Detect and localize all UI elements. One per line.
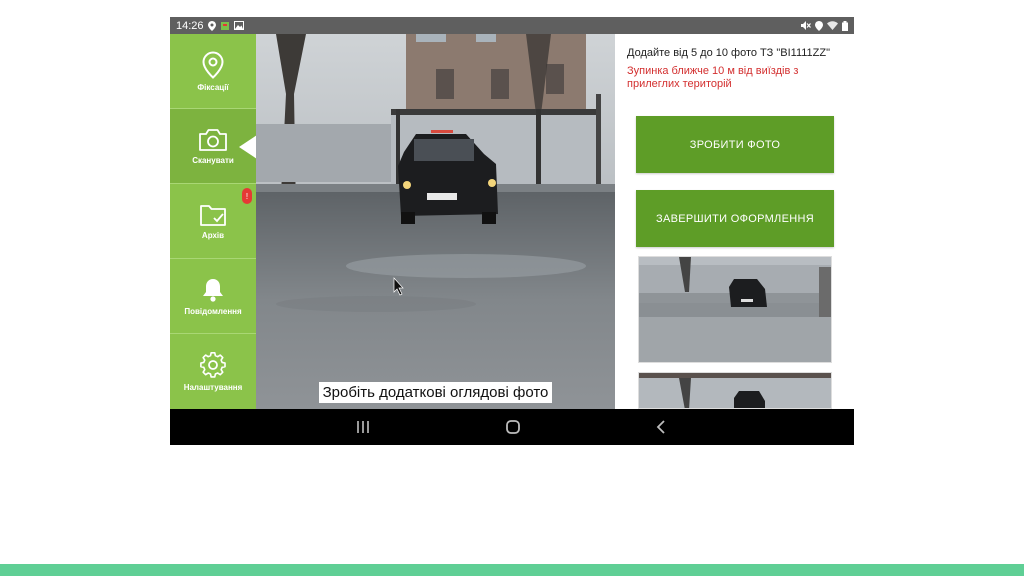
- sidebar-item-label: Налаштування: [183, 383, 243, 392]
- active-indicator: [239, 135, 257, 159]
- app-notification-icon: [220, 21, 229, 30]
- gear-icon: [200, 351, 226, 378]
- sidebar-item-label: Сканувати: [192, 155, 234, 165]
- sidebar-item-settings[interactable]: Налаштування: [170, 334, 256, 409]
- tablet-screen: 14:26 Фіксації Сканувати Архів ! Повідом…: [170, 17, 854, 445]
- bottom-decorative-strip: [0, 564, 1024, 576]
- status-bar: 14:26: [170, 17, 854, 34]
- location-icon: [207, 20, 216, 31]
- sidebar-item-fixations[interactable]: Фіксації: [170, 34, 256, 109]
- panel-title: Додайте від 5 до 10 фото ТЗ "ВІ1111ZZ": [627, 47, 831, 59]
- camera-caption-text: Зробіть додаткові оглядові фото: [318, 382, 553, 403]
- recents-icon[interactable]: [356, 418, 370, 436]
- finish-button[interactable]: ЗАВЕРШИТИ ОФОРМЛЕННЯ: [636, 190, 834, 247]
- map-pin-icon: [202, 50, 224, 79]
- photo-panel: Додайте від 5 до 10 фото ТЗ "ВІ1111ZZ" З…: [615, 34, 854, 409]
- camera-preview-image: [256, 34, 615, 409]
- sidebar-item-label: Фіксації: [197, 82, 229, 92]
- status-right: [801, 20, 848, 31]
- location-icon: [815, 20, 823, 31]
- photo-thumbnail[interactable]: [638, 256, 832, 363]
- camera-viewfinder[interactable]: Зробіть додаткові оглядові фото: [256, 34, 615, 409]
- home-icon[interactable]: [505, 418, 521, 436]
- panel-warning: Зупинка ближче 10 м від виїздів з прилег…: [627, 65, 799, 90]
- sidebar-item-notifications[interactable]: Повідомлення: [170, 259, 256, 334]
- back-icon[interactable]: [655, 418, 667, 436]
- camera-icon: [199, 128, 227, 151]
- battery-icon: [842, 20, 848, 31]
- archive-badge: !: [242, 188, 252, 204]
- image-icon: [233, 21, 244, 30]
- sidebar-item-label: Повідомлення: [184, 306, 242, 316]
- folder-check-icon: [200, 204, 226, 226]
- wifi-icon: [827, 21, 838, 30]
- status-time: 14:26: [176, 19, 204, 32]
- sidebar-item-label: Архів: [201, 230, 225, 240]
- thumbnail-image: [639, 373, 831, 408]
- sidebar: Фіксації Сканувати Архів ! Повідомлення: [170, 34, 257, 409]
- status-left: 14:26: [176, 20, 244, 32]
- bell-icon: [203, 278, 223, 302]
- mute-icon: [801, 21, 811, 30]
- camera-caption: Зробіть додаткові оглядові фото: [256, 382, 615, 403]
- photo-thumbnail[interactable]: [638, 372, 832, 409]
- take-photo-button[interactable]: ЗРОБИТИ ФОТО: [636, 116, 834, 173]
- thumbnail-image: [639, 257, 831, 362]
- sidebar-item-scan[interactable]: Сканувати: [170, 109, 257, 184]
- system-navbar: [170, 409, 854, 445]
- sidebar-item-archive[interactable]: Архів !: [170, 184, 256, 259]
